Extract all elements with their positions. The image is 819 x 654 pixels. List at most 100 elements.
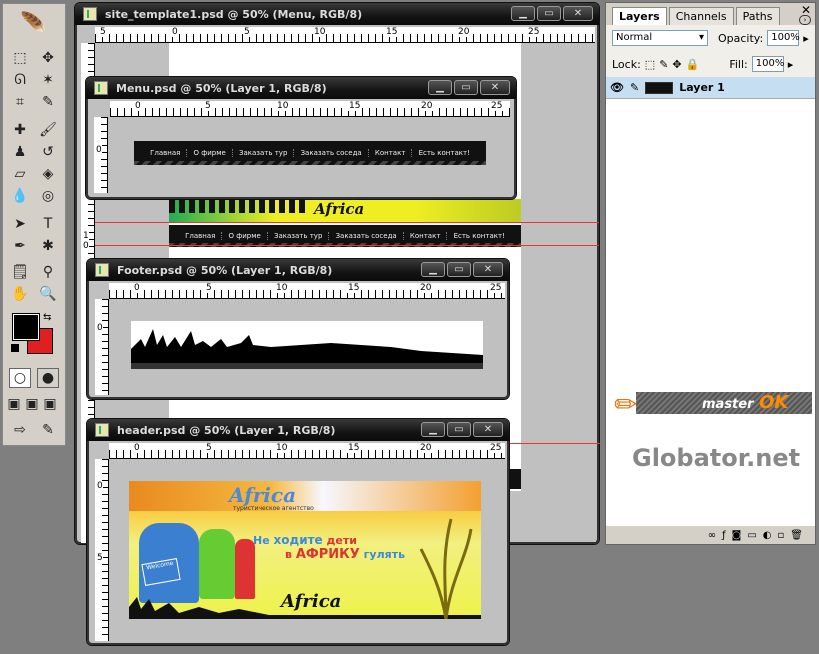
maximize-button[interactable]: ▭ [537,6,561,21]
chevron-down-icon: ▾ [698,32,704,43]
eyedropper-icon[interactable]: ⚲ [37,262,59,282]
pen-tool-icon[interactable]: ✒ [9,236,31,256]
layer-mask-icon[interactable]: ◙ [732,530,742,541]
close-button[interactable]: ✕ [563,6,593,21]
close-button[interactable]: ✕ [473,262,503,277]
minimize-button[interactable]: ▁ [428,80,452,95]
foreground-color-swatch[interactable] [12,313,40,341]
standard-mode-icon[interactable]: ○ [9,368,31,388]
lock-image-icon[interactable]: ✎ [659,58,668,71]
shape-tool-icon[interactable]: ✱ [37,236,59,256]
nav-item: О фирме [188,149,233,157]
blur-tool-icon[interactable]: 💧 [9,186,31,206]
photoshop-doc-icon [94,81,108,95]
header-script-text: Africa [281,591,342,612]
lock-label: Lock: [612,57,641,71]
nav-item: Заказать соседа [330,232,404,240]
header-subtitle: туристическое агентство [233,505,314,512]
blend-mode-select[interactable]: Normal ▾ [612,30,708,46]
eraser-tool-icon[interactable]: ▱ [9,164,31,184]
new-group-icon[interactable]: ▭ [747,530,756,541]
new-layer-icon[interactable]: ▫ [778,530,785,541]
path-select-icon[interactable]: ➤ [9,214,31,234]
layers-bottom-bar: ∞ ƒ ◙ ▭ ◐ ▫ 🗑 [606,526,815,544]
footer-image [131,321,483,369]
lock-transparency-icon[interactable]: ⬚ [645,58,655,71]
lock-position-icon[interactable]: ✥ [672,58,681,71]
footer-window[interactable]: Footer.psd @ 50% (Layer 1, RGB/8) ▁ ▭ ✕ 0 … [86,258,510,400]
nav-item: Главная [179,232,223,240]
opacity-input[interactable]: 100% [767,30,800,46]
screen-mode-standard-icon[interactable]: ▣ [5,394,23,414]
quickmask-mode-icon[interactable]: ● [37,368,59,388]
swap-colors-icon[interactable]: ⇆ [43,312,51,323]
globator-logo: Globator.net [632,444,801,472]
site-banner-strip: Africa [169,199,521,223]
window-title: header.psd @ 50% (Layer 1, RGB/8) [117,423,336,437]
zoom-tool-icon[interactable]: 🔍 [37,284,59,304]
header-window[interactable]: header.psd @ 50% (Layer 1, RGB/8) ▁ ▭ ✕ 0 … [86,418,510,646]
lasso-tool-icon[interactable]: ᘏ [9,70,31,90]
maximize-button[interactable]: ▭ [454,80,478,95]
horizontal-ruler: 0 5 10 15 20 25 [110,101,510,117]
notes-tool-icon[interactable]: 🗒 [9,262,31,282]
close-button[interactable]: ✕ [480,80,510,95]
guide-line[interactable] [95,245,599,246]
paint-bucket-icon[interactable]: ◈ [37,164,59,184]
dodge-tool-icon[interactable]: ◎ [37,186,59,206]
screen-mode-full-icon[interactable]: ▣ [41,394,59,414]
slogan-line-2: в АФРИКУ гулять [285,547,406,562]
brush-tool-icon[interactable]: 🖌 [37,120,59,140]
brush-link-icon[interactable]: ✎ [630,81,639,94]
watermark: master OK ✏ Globator.net [610,388,812,472]
default-colors-icon[interactable] [11,344,19,352]
magic-wand-icon[interactable]: ✶ [37,70,59,90]
minimize-button[interactable]: ▁ [511,6,535,21]
minimize-button[interactable]: ▁ [421,422,445,437]
fill-input[interactable]: 100% [751,56,784,72]
tab-paths[interactable]: Paths [735,7,780,25]
edit-imageready-icon[interactable]: ✎ [37,420,59,440]
nav-item: Контакт [369,149,413,157]
vertical-ruler: 0 5 [95,459,109,641]
adjustment-layer-icon[interactable]: ◐ [763,530,772,541]
marquee-tool-icon[interactable]: ⬚ [9,48,31,68]
screen-mode-menubar-icon[interactable]: ▣ [23,394,41,414]
menu-window[interactable]: Menu.psd @ 50% (Layer 1, RGB/8) ▁ ▭ ✕ 0 5 … [85,76,517,200]
site-nav-bar: Главная О фирме Заказать тур Заказать сосед… [169,225,521,247]
guide-line[interactable] [95,222,599,223]
chevron-right-icon[interactable]: ▸ [803,32,809,45]
layer-style-icon[interactable]: ƒ [722,530,726,541]
site-banner-logo: Africa [314,200,365,218]
slice-tool-icon[interactable]: ✎ [37,92,59,112]
chevron-right-icon[interactable]: ▸ [788,58,794,71]
nav-item: Заказать тур [233,149,295,157]
tab-channels[interactable]: Channels [668,7,734,25]
maximize-button[interactable]: ▭ [447,262,471,277]
stamp-tool-icon[interactable]: ♟ [9,142,31,162]
crop-tool-icon[interactable]: ⌗ [9,92,31,112]
healing-brush-icon[interactable]: ✚ [9,120,31,140]
layer-thumbnail [645,81,674,94]
jump-to-imageready-icon[interactable]: ⇨ [9,420,31,440]
minimize-button[interactable]: ▁ [421,262,445,277]
history-brush-icon[interactable]: ↺ [37,142,59,162]
hand-tool-icon[interactable]: ✋ [9,284,31,304]
trash-icon[interactable]: 🗑 [790,530,803,541]
vertical-ruler: 0 [95,299,109,395]
move-tool-icon[interactable]: ✥ [37,48,59,68]
eye-icon[interactable]: 👁 [610,81,624,94]
maximize-button[interactable]: ▭ [447,422,471,437]
type-tool-icon[interactable]: T [37,214,59,234]
tab-layers[interactable]: Layers [612,7,667,25]
link-layers-icon[interactable]: ∞ [708,530,716,541]
slogan-line-1: Не ходите дети [253,533,357,547]
lock-all-icon[interactable]: 🔒 [686,58,700,71]
horizontal-ruler: 0 5 10 15 20 25 [109,283,505,299]
close-button[interactable]: ✕ [473,422,503,437]
panel-menu-icon[interactable]: › [799,15,811,25]
photoshop-doc-icon [95,263,109,277]
guide-line[interactable] [510,443,600,444]
nav-item: Контакт [404,232,448,240]
layer-row[interactable]: 👁 ✎ Layer 1 [606,77,815,99]
